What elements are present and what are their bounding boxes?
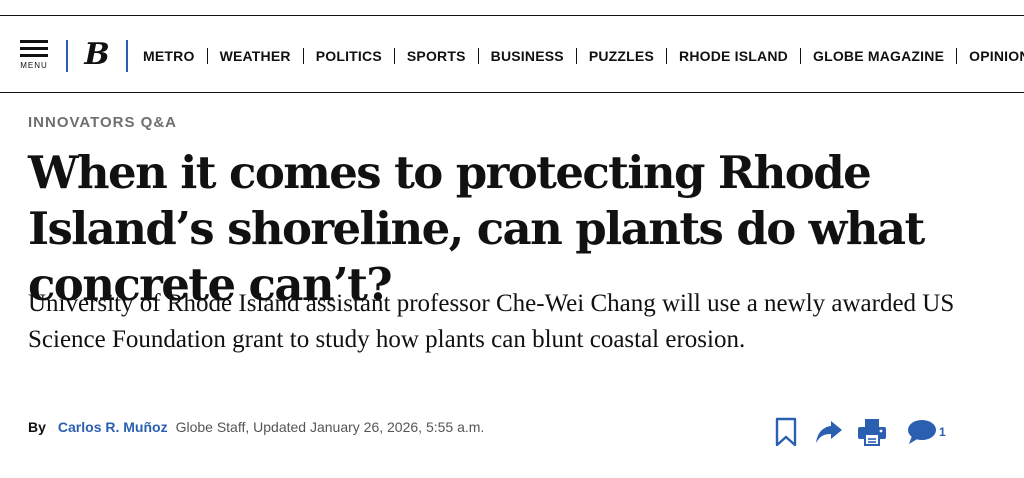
nav-item-weather[interactable]: WEATHER xyxy=(206,48,303,64)
menu-icon xyxy=(20,40,48,43)
nav-item-metro[interactable]: METRO xyxy=(131,48,207,64)
top-rule xyxy=(0,15,1024,16)
comments-button[interactable]: 1 xyxy=(907,419,946,445)
nav-item-rhode-island[interactable]: RHODE ISLAND xyxy=(666,48,800,64)
byline-prefix: By xyxy=(28,419,46,435)
article-tools: 1 xyxy=(775,417,946,447)
section-nav: METRO WEATHER POLITICS SPORTS BUSINESS P… xyxy=(131,44,1024,68)
nav-item-business[interactable]: BUSINESS xyxy=(477,48,576,64)
header-divider xyxy=(126,40,128,72)
share-button[interactable] xyxy=(815,419,843,445)
comment-icon xyxy=(908,420,936,444)
print-button[interactable] xyxy=(857,417,887,447)
article-kicker[interactable]: INNOVATORS Q&A xyxy=(28,114,177,131)
menu-button[interactable]: MENU xyxy=(18,40,50,72)
byline-meta: Globe Staff, Updated January 26, 2026, 5… xyxy=(175,419,485,435)
menu-icon-bar xyxy=(20,47,48,50)
article-dek: University of Rhode Island assistant pro… xyxy=(28,290,955,353)
header-divider xyxy=(66,40,68,72)
nav-item-opinion[interactable]: OPINION xyxy=(956,48,1024,64)
nav-item-globe-magazine[interactable]: GLOBE MAGAZINE xyxy=(799,48,956,64)
author-link[interactable]: Carlos R. Muñoz xyxy=(58,419,168,435)
nav-item-sports[interactable]: SPORTS xyxy=(393,48,478,64)
nav-item-politics[interactable]: POLITICS xyxy=(302,48,394,64)
bookmark-button[interactable] xyxy=(775,417,797,447)
site-header: MENU B METRO WEATHER POLITICS SPORTS BUS… xyxy=(0,17,1024,93)
share-icon xyxy=(816,421,842,443)
print-icon xyxy=(858,419,886,446)
menu-label: MENU xyxy=(20,61,48,70)
byline: By Carlos R. Muñoz Globe Staff, Updated … xyxy=(28,419,484,435)
menu-icon-bar xyxy=(20,54,48,57)
bookmark-icon xyxy=(775,417,797,447)
globe-logo[interactable]: B xyxy=(80,37,114,73)
nav-item-puzzles[interactable]: PUZZLES xyxy=(575,48,666,64)
comment-count: 1 xyxy=(939,425,946,439)
